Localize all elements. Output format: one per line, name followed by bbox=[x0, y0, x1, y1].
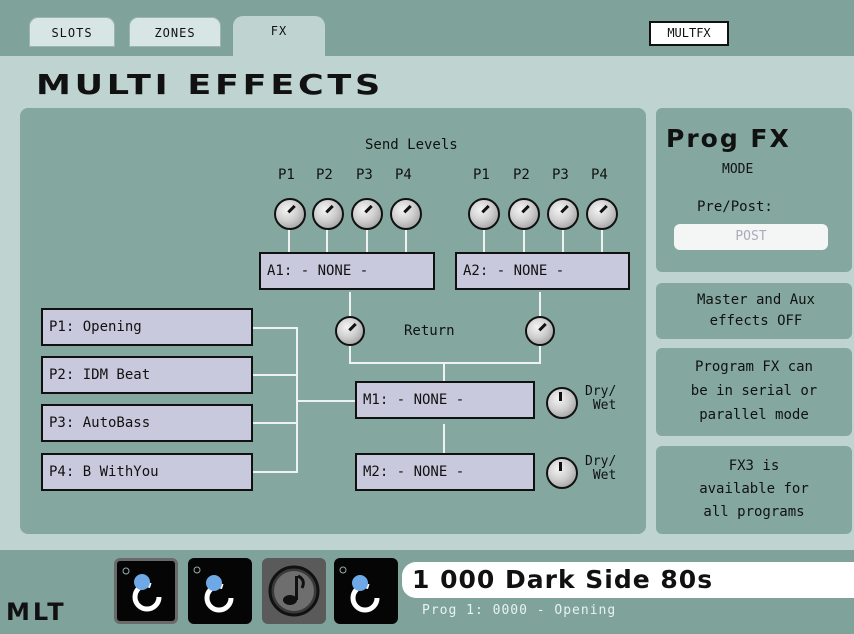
prog-fx-title: Prog FX bbox=[666, 124, 791, 153]
master-slot-m2[interactable]: M2: - NONE - bbox=[355, 453, 535, 491]
aux-slot-a1[interactable]: A1: - NONE - bbox=[259, 252, 435, 290]
mode-button-1[interactable] bbox=[114, 558, 178, 624]
return-label: Return bbox=[404, 323, 455, 339]
tab-zones[interactable]: ZONES bbox=[129, 17, 221, 47]
fx3-info: FX3 is available for all programs bbox=[699, 458, 809, 520]
tab-fx[interactable]: FX bbox=[233, 16, 325, 56]
drywet-knob-m2[interactable] bbox=[546, 457, 578, 489]
program-subtitle: Prog 1: 0000 - Opening bbox=[422, 603, 617, 618]
program-name[interactable]: 1 000 Dark Side 80s bbox=[402, 562, 854, 598]
page-title: MULTI EFFECTS bbox=[36, 68, 385, 101]
send-label-a1-p2: P2 bbox=[316, 167, 333, 183]
knob-icon bbox=[122, 567, 162, 612]
send-knob-a1-p4[interactable] bbox=[390, 198, 422, 230]
aux-slot-a2[interactable]: A2: - NONE - bbox=[455, 252, 630, 290]
send-knob-a2-p4[interactable] bbox=[586, 198, 618, 230]
mode-button-3[interactable] bbox=[262, 558, 326, 624]
mode-label: MLT bbox=[6, 598, 67, 626]
return-knob-a1[interactable] bbox=[335, 316, 365, 346]
prepost-button[interactable]: POST bbox=[674, 224, 828, 250]
mode-button-4[interactable] bbox=[334, 558, 398, 624]
mode-button-2[interactable] bbox=[188, 558, 252, 624]
music-note-icon bbox=[268, 565, 320, 617]
drywet-label-m1: Dry/ Wet bbox=[585, 384, 617, 413]
prepost-label: Pre/Post: bbox=[697, 199, 773, 215]
program-slot-p1[interactable]: P1: Opening bbox=[41, 308, 253, 346]
drywet-knob-m1[interactable] bbox=[546, 387, 578, 419]
send-label-a1-p4: P4 bbox=[395, 167, 412, 183]
send-knob-a1-p2[interactable] bbox=[312, 198, 344, 230]
master-slot-m1[interactable]: M1: - NONE - bbox=[355, 381, 535, 419]
program-slot-p3[interactable]: P3: AutoBass bbox=[41, 404, 253, 442]
send-knob-a2-p2[interactable] bbox=[508, 198, 540, 230]
send-label-a2-p2: P2 bbox=[513, 167, 530, 183]
program-slot-p4[interactable]: P4: B WithYou bbox=[41, 453, 253, 491]
knob-icon bbox=[339, 566, 380, 613]
send-levels-title: Send Levels bbox=[365, 137, 458, 153]
send-label-a1-p3: P3 bbox=[356, 167, 373, 183]
program-slot-p2[interactable]: P2: IDM Beat bbox=[41, 356, 253, 394]
drywet-label-m2: Dry/ Wet bbox=[585, 454, 617, 483]
knob-icon bbox=[193, 566, 234, 613]
send-label-a1-p1: P1 bbox=[278, 167, 295, 183]
return-knob-a2[interactable] bbox=[525, 316, 555, 346]
send-label-a2-p3: P3 bbox=[552, 167, 569, 183]
serial-info: Program FX can be in serial or parallel mo… bbox=[690, 359, 818, 423]
mode-indicator: MULTFX bbox=[649, 21, 729, 46]
send-label-a2-p4: P4 bbox=[591, 167, 608, 183]
send-knob-a1-p1[interactable] bbox=[274, 198, 306, 230]
send-knob-a1-p3[interactable] bbox=[351, 198, 383, 230]
send-knob-a2-p3[interactable] bbox=[547, 198, 579, 230]
tab-slots[interactable]: SLOTS bbox=[29, 17, 115, 47]
prog-fx-mode-label: MODE bbox=[722, 162, 754, 177]
master-aux-info: Master and Aux effects OFF bbox=[696, 292, 815, 329]
send-label-a2-p1: P1 bbox=[473, 167, 490, 183]
send-knob-a2-p1[interactable] bbox=[468, 198, 500, 230]
